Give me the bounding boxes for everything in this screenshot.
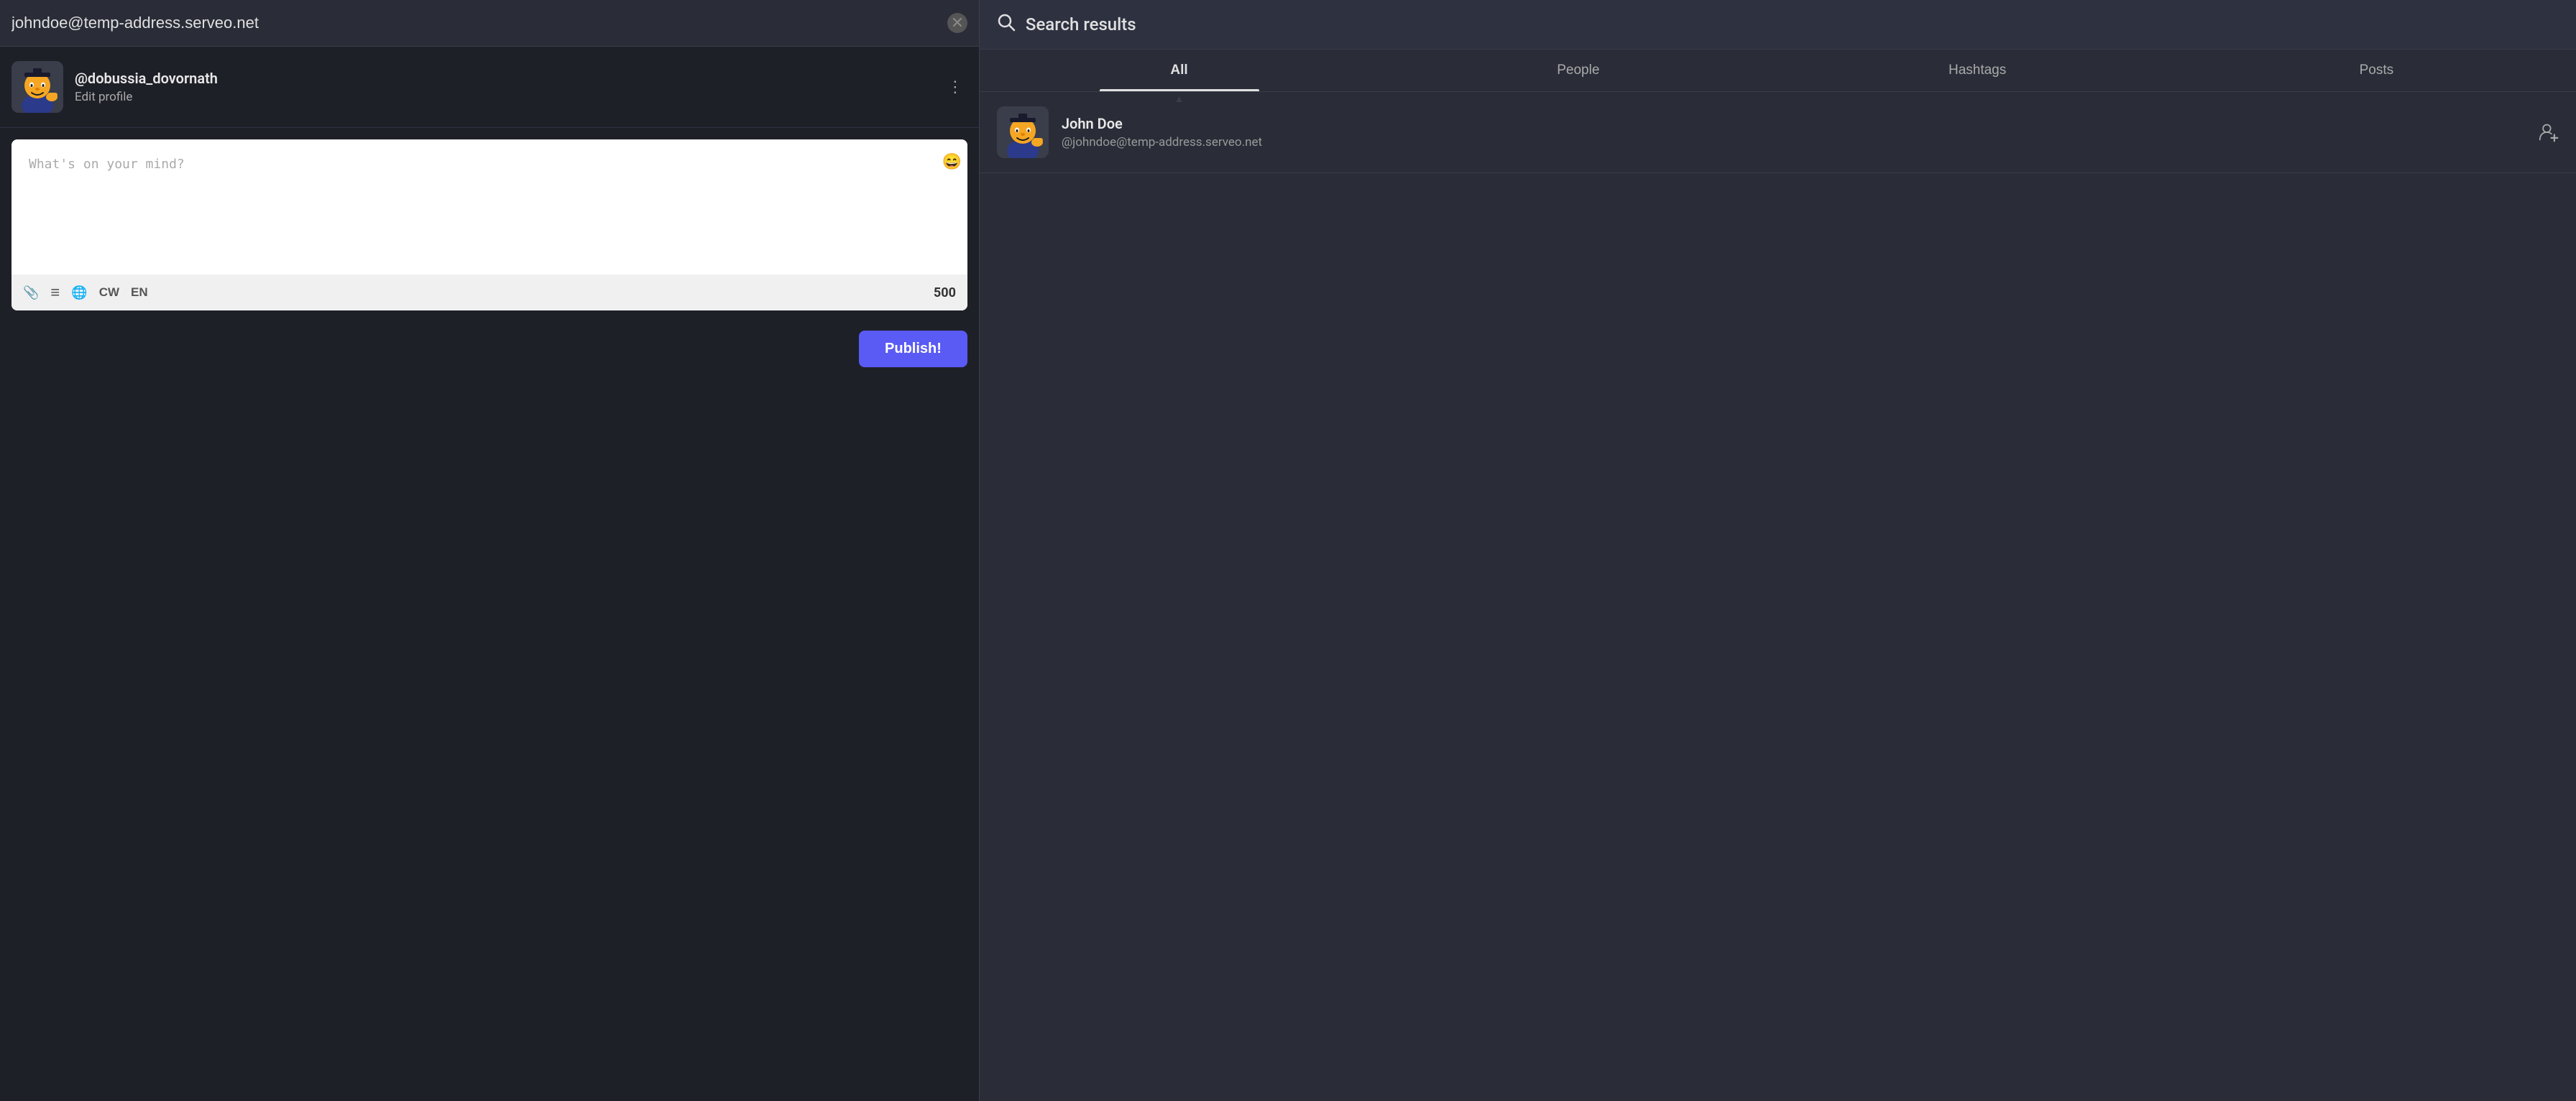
right-panel: Search results All People Hashtags Posts xyxy=(979,0,2576,1101)
profile-edit-link[interactable]: Edit profile xyxy=(75,90,932,104)
publish-button[interactable]: Publish! xyxy=(859,331,967,367)
table-row[interactable]: John Doe @johndoe@temp-address.serveo.ne… xyxy=(980,92,2576,173)
search-results-header: Search results xyxy=(980,0,2576,50)
compose-toolbar: CW EN 500 xyxy=(12,275,967,310)
profile-username: @dobussia_dovornath xyxy=(75,70,932,87)
publish-btn-area: Publish! xyxy=(0,322,979,376)
avatar xyxy=(12,61,63,113)
search-results-title: Search results xyxy=(1026,14,1136,34)
attach-button[interactable] xyxy=(23,285,39,301)
follow-button[interactable] xyxy=(2539,122,2559,142)
tab-hashtags[interactable]: Hashtags xyxy=(1777,50,2176,91)
add-user-icon xyxy=(2539,122,2559,142)
emoji-button[interactable] xyxy=(942,152,962,171)
search-clear-button[interactable]: ✕ xyxy=(947,13,967,33)
search-icon xyxy=(997,13,1016,36)
search-input[interactable] xyxy=(12,14,940,32)
compose-textarea[interactable] xyxy=(17,145,939,275)
cw-button[interactable]: CW xyxy=(99,285,119,300)
result-avatar xyxy=(997,106,1049,158)
list-icon xyxy=(50,283,60,302)
globe-icon xyxy=(71,285,87,301)
emoji-icon xyxy=(942,152,962,171)
result-info: John Doe @johndoe@temp-address.serveo.ne… xyxy=(1062,115,2526,149)
profile-more-button[interactable]: ⋮ xyxy=(943,73,967,101)
result-name: John Doe xyxy=(1062,115,2526,132)
language-button[interactable]: EN xyxy=(131,285,148,300)
tabs-row: All People Hashtags Posts xyxy=(980,50,2576,92)
result-handle: @johndoe@temp-address.serveo.net xyxy=(1062,135,2526,149)
paperclip-icon xyxy=(23,285,39,301)
tab-posts[interactable]: Posts xyxy=(2177,50,2576,91)
profile-info: @dobussia_dovornath Edit profile xyxy=(75,70,932,104)
char-count: 500 xyxy=(934,285,956,300)
tab-all[interactable]: All xyxy=(980,50,1379,91)
compose-area: CW EN 500 xyxy=(12,139,967,310)
visibility-button[interactable] xyxy=(71,285,87,301)
tab-people[interactable]: People xyxy=(1379,50,1777,91)
profile-section: @dobussia_dovornath Edit profile ⋮ xyxy=(0,47,979,128)
search-bar-area: ✕ xyxy=(0,0,979,47)
results-list: John Doe @johndoe@temp-address.serveo.ne… xyxy=(980,92,2576,173)
formatting-button[interactable] xyxy=(50,283,60,302)
left-panel: ✕ xyxy=(0,0,979,1101)
